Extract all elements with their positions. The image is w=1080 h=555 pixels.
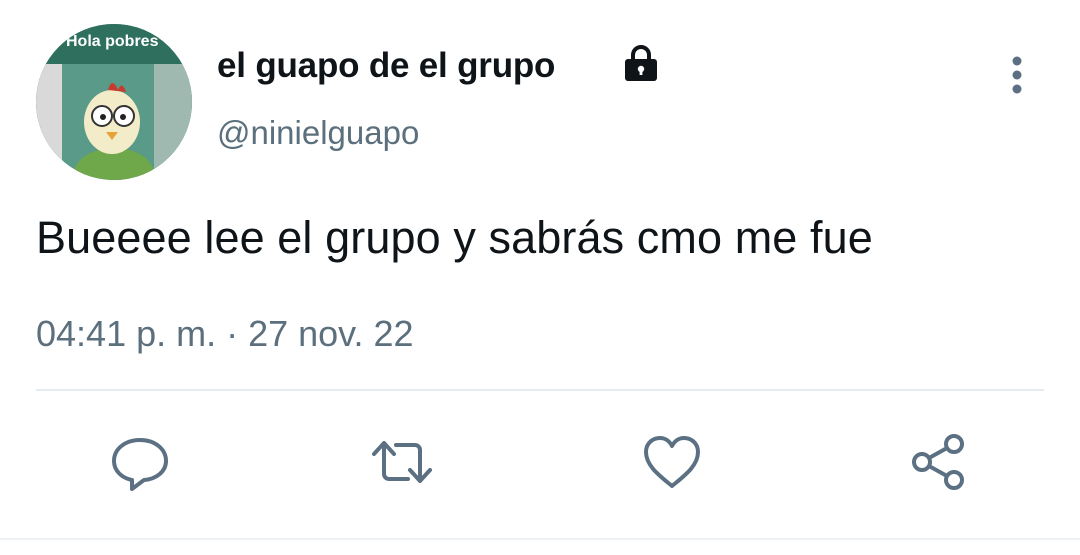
display-name[interactable]: el guapo de el grupo xyxy=(217,46,555,86)
like-button[interactable] xyxy=(640,430,704,494)
reply-icon xyxy=(112,438,168,491)
retweet-icon xyxy=(372,441,432,483)
user-handle[interactable]: @ninielguapo xyxy=(217,114,419,152)
reply-button[interactable] xyxy=(108,430,172,494)
tweet-timestamp[interactable]: 04:41 p. m. · 27 nov. 22 xyxy=(36,313,414,355)
bottom-divider xyxy=(0,538,1080,540)
more-vertical-icon[interactable] xyxy=(996,52,1038,100)
retweet-button[interactable] xyxy=(370,430,434,494)
share-button[interactable] xyxy=(906,430,970,494)
tweet-text: Bueeee lee el grupo y sabrás cmo me fue xyxy=(36,212,873,263)
avatar[interactable]: Hola pobres xyxy=(36,24,192,180)
heart-icon xyxy=(644,436,700,488)
tweet-card: Hola pobres el guapo de el grupo @niniel… xyxy=(0,0,1080,555)
avatar-image: Hola pobres xyxy=(36,24,192,180)
share-icon xyxy=(912,434,964,490)
divider xyxy=(36,389,1044,391)
avatar-caption: Hola pobres xyxy=(66,33,159,50)
lock-icon xyxy=(625,45,657,81)
